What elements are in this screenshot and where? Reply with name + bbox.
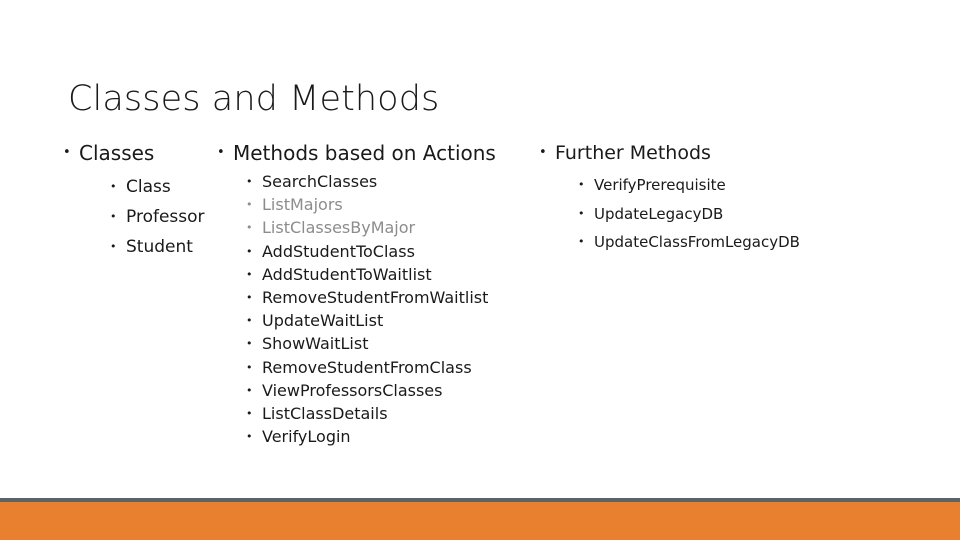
methods-list: Methods based on Actions — [216, 140, 546, 166]
further-methods-list: Further Methods — [538, 140, 868, 166]
classes-heading: Classes — [62, 140, 222, 166]
list-item: UpdateClassFromLegacyDB — [578, 228, 868, 257]
list-item: AddStudentToClass — [246, 240, 546, 263]
list-item: VerifyLogin — [246, 425, 546, 448]
slide-body: Classes Class Professor Student Methods … — [0, 140, 960, 490]
classes-sublist: Class Professor Student — [110, 172, 222, 262]
list-item: AddStudentToWaitlist — [246, 263, 546, 286]
page-title: Classes and Methods — [68, 79, 440, 120]
list-item: VerifyPrerequisite — [578, 171, 868, 200]
classes-list: Classes — [62, 140, 222, 166]
list-item: ShowWaitList — [246, 332, 546, 355]
methods-sublist: SearchClasses ListMajors ListClassesByMa… — [246, 170, 546, 449]
list-item: ListClassesByMajor — [246, 216, 546, 239]
column-further-methods: Further Methods VerifyPrerequisite Updat… — [538, 140, 868, 257]
column-methods: Methods based on Actions SearchClasses L… — [216, 140, 546, 449]
further-methods-heading-label: Further Methods — [555, 142, 711, 164]
slide: Classes and Methods Classes Class Profes… — [0, 0, 960, 540]
list-item: ViewProfessorsClasses — [246, 379, 546, 402]
methods-heading-label: Methods based on Actions — [233, 141, 496, 165]
further-methods-heading: Further Methods — [538, 140, 868, 166]
list-item: ListMajors — [246, 193, 546, 216]
list-item: RemoveStudentFromClass — [246, 356, 546, 379]
list-item: UpdateWaitList — [246, 309, 546, 332]
methods-heading: Methods based on Actions — [216, 140, 546, 166]
list-item: SearchClasses — [246, 170, 546, 193]
list-item: Professor — [110, 202, 222, 232]
list-item: Student — [110, 232, 222, 262]
list-item: Class — [110, 172, 222, 202]
list-item: UpdateLegacyDB — [578, 200, 868, 229]
footer-accent-band — [0, 502, 960, 540]
column-classes: Classes Class Professor Student — [62, 140, 222, 262]
list-item: RemoveStudentFromWaitlist — [246, 286, 546, 309]
further-methods-sublist: VerifyPrerequisite UpdateLegacyDB Update… — [578, 171, 868, 257]
list-item: ListClassDetails — [246, 402, 546, 425]
classes-heading-label: Classes — [79, 141, 155, 165]
